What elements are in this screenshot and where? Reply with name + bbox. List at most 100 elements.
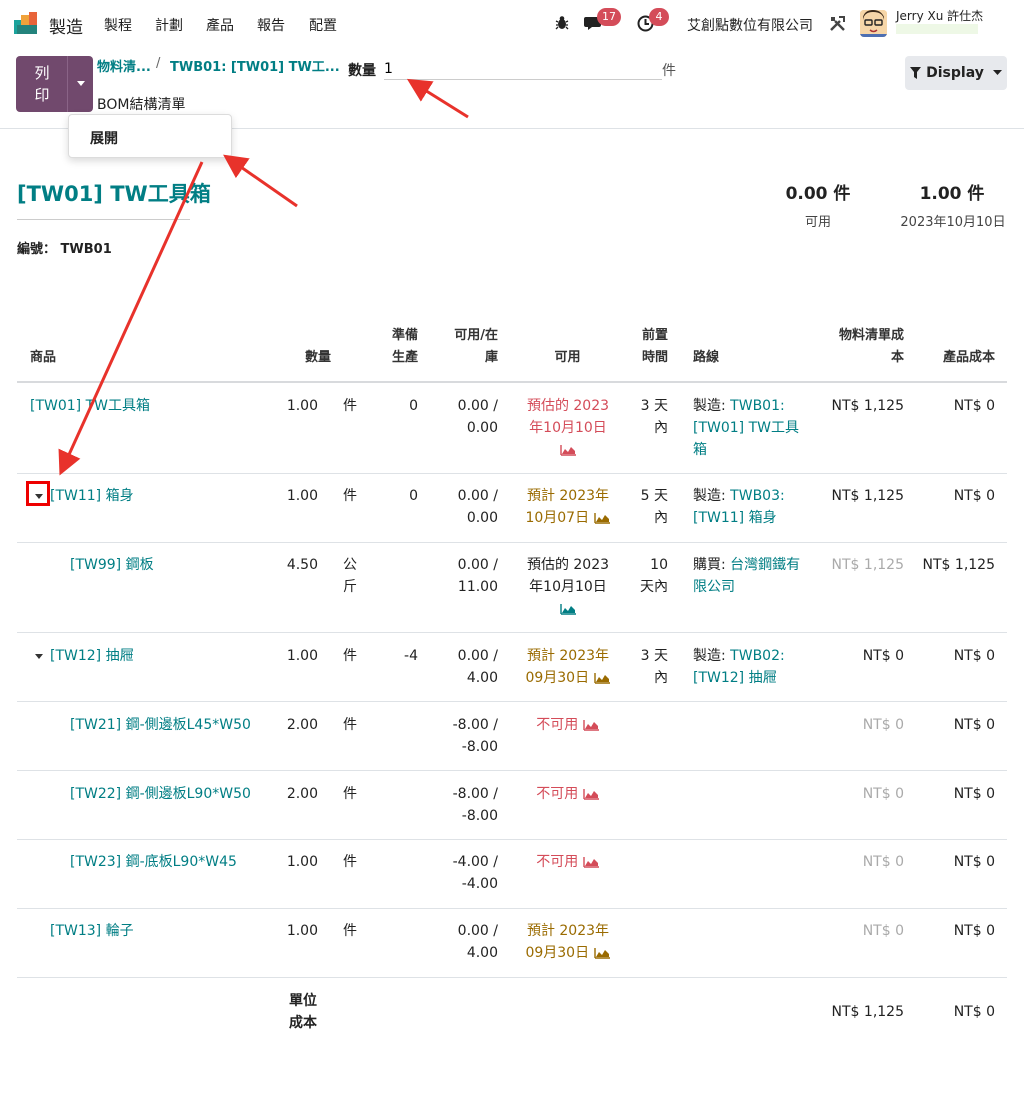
dropdown-item-expand[interactable]: 展開 bbox=[90, 128, 118, 148]
product-link[interactable]: [TW13] 輪子 bbox=[50, 920, 134, 942]
activities-badge: 4 bbox=[649, 8, 669, 26]
route-type: 購買: bbox=[693, 557, 726, 573]
availability-text: 不可用 bbox=[536, 717, 579, 733]
breadcrumb-bom[interactable]: 物料清... bbox=[97, 56, 151, 75]
bug-icon[interactable] bbox=[555, 15, 569, 31]
row-onhand-line1: -4.00 / bbox=[452, 854, 498, 870]
row-route: 製造: TWB03: [TW11] 箱身 bbox=[693, 485, 813, 529]
print-button[interactable]: 列印 bbox=[16, 56, 68, 112]
header-quantity: 數量 bbox=[305, 350, 332, 365]
product-link[interactable]: [TW99] 鋼板 bbox=[70, 554, 154, 576]
chart-area-icon[interactable] bbox=[559, 444, 577, 456]
chart-area-icon[interactable] bbox=[593, 672, 611, 684]
availability-text: 預估的 2023 bbox=[526, 398, 610, 414]
report-title[interactable]: [TW01] TW工具箱 bbox=[17, 178, 211, 208]
row-product-cost: NT$ 0 bbox=[953, 488, 995, 504]
row-bom-cost: NT$ 1,125 bbox=[831, 488, 904, 504]
product-link[interactable]: [TW01] TW工具箱 bbox=[30, 395, 150, 417]
row-lead-line1: 5 天 bbox=[640, 488, 668, 504]
tools-icon[interactable] bbox=[829, 15, 846, 32]
chart-area-icon[interactable] bbox=[559, 603, 577, 615]
product-link[interactable]: [TW22] 鋼-側邊板L90*W50 bbox=[70, 783, 251, 805]
footer-unit-cost-label: 單位 成本 bbox=[289, 990, 317, 1034]
display-button-label: Display bbox=[926, 65, 984, 81]
row-route: 製造: TWB02: [TW12] 抽屜 bbox=[693, 645, 813, 689]
row-availability-line2: 09月30日 bbox=[510, 942, 626, 964]
row-onhand: 0.00 / 11.00 bbox=[430, 554, 498, 598]
menu-configuration[interactable]: 配置 bbox=[309, 15, 337, 35]
row-ready: 0 bbox=[409, 488, 418, 504]
row-product-cost: NT$ 0 bbox=[953, 923, 995, 939]
row-onhand-line2: 0.00 bbox=[466, 510, 498, 526]
row-route-line1: 製造: TWB01: bbox=[693, 395, 813, 417]
header-onhand-line2: 庫 bbox=[484, 350, 498, 365]
route-link-line2[interactable]: [TW01] TW工具 bbox=[693, 417, 813, 439]
row-availability: 不可用 bbox=[510, 714, 626, 736]
display-button[interactable]: Display bbox=[905, 56, 1007, 90]
row-onhand-line2: 11.00 bbox=[457, 579, 498, 595]
row-quantity: 2.00 bbox=[286, 786, 318, 802]
top-navbar: 製造 製程 計劃 產品 報告 配置 17 4 艾創點數位有限公司 Jerry X… bbox=[0, 0, 1024, 46]
row-onhand-line2: -8.00 bbox=[461, 808, 498, 824]
availability-date: 年10月10日 bbox=[529, 579, 607, 595]
avatar[interactable] bbox=[860, 10, 887, 37]
company-switcher[interactable]: 艾創點數位有限公司 bbox=[687, 15, 813, 35]
caret-down-icon[interactable] bbox=[35, 654, 43, 659]
route-link-line2[interactable]: [TW11] 箱身 bbox=[693, 507, 813, 529]
chart-area-icon[interactable] bbox=[583, 719, 600, 731]
arrow-to-dropdown bbox=[223, 154, 298, 208]
route-link-line3[interactable]: 箱 bbox=[693, 439, 813, 461]
messages-badge: 17 bbox=[597, 8, 621, 26]
row-bom-cost: NT$ 0 bbox=[862, 923, 904, 939]
print-dropdown-menu: 展開 bbox=[68, 114, 232, 158]
route-link[interactable]: TWB03: bbox=[730, 488, 785, 504]
row-divider bbox=[17, 977, 1007, 978]
availability-text: 預計 2023年 bbox=[526, 923, 610, 939]
user-name[interactable]: Jerry Xu 許仕杰 bbox=[896, 7, 983, 24]
row-availability-line1: 不可用 bbox=[510, 714, 626, 736]
row-bom-cost: NT$ 0 bbox=[862, 717, 904, 733]
app-name[interactable]: 製造 bbox=[49, 13, 83, 38]
route-type: 製造: bbox=[693, 488, 726, 504]
row-product-cost: NT$ 0 bbox=[953, 786, 995, 802]
menu-products[interactable]: 產品 bbox=[206, 15, 234, 35]
row-availability: 不可用 bbox=[510, 783, 626, 805]
route-link[interactable]: 台灣鋼鐵有 bbox=[730, 557, 800, 573]
product-link[interactable]: [TW21] 鋼-側邊板L45*W50 bbox=[70, 714, 251, 736]
chart-area-icon[interactable] bbox=[593, 512, 611, 524]
quantity-input[interactable] bbox=[384, 58, 662, 80]
print-dropdown-toggle[interactable] bbox=[67, 56, 93, 112]
row-onhand: 0.00 / 0.00 bbox=[430, 485, 498, 529]
route-link[interactable]: TWB01: bbox=[730, 398, 785, 414]
chart-area-icon[interactable] bbox=[583, 788, 600, 800]
chart-area-icon[interactable] bbox=[593, 947, 611, 959]
header-lead-time: 前置 時間 bbox=[630, 325, 668, 369]
row-lead-line1: 3 天 bbox=[640, 648, 668, 664]
row-bom-cost: NT$ 0 bbox=[862, 854, 904, 870]
route-link-line2[interactable]: [TW12] 抽屜 bbox=[693, 667, 813, 689]
row-quantity: 1.00 bbox=[286, 648, 318, 664]
row-bom-cost: NT$ 1,125 bbox=[831, 398, 904, 414]
row-product-cost: NT$ 1,125 bbox=[922, 557, 995, 573]
row-quantity: 1.00 bbox=[286, 854, 318, 870]
header-ready: 準備 生產 bbox=[385, 325, 425, 369]
product-link[interactable]: [TW23] 鋼-底板L90*W45 bbox=[70, 851, 237, 873]
breadcrumb-bom-record[interactable]: TWB01: [TW01] TW工... bbox=[170, 56, 340, 75]
route-link-line2[interactable]: 限公司 bbox=[693, 576, 813, 598]
row-uom: 件 bbox=[343, 786, 357, 802]
report-title-underline bbox=[17, 219, 190, 220]
menu-reporting[interactable]: 報告 bbox=[257, 15, 285, 35]
product-link[interactable]: [TW11] 箱身 bbox=[50, 485, 134, 507]
route-link[interactable]: TWB02: bbox=[730, 648, 785, 664]
menu-operations[interactable]: 製程 bbox=[104, 15, 132, 35]
page-title: BOM結構清單 bbox=[97, 97, 186, 113]
row-lead-line2: 內 bbox=[654, 670, 668, 686]
quantity-label: 數量 bbox=[348, 63, 376, 79]
reference-label: 編號： bbox=[17, 242, 57, 257]
app-logo-icon[interactable] bbox=[14, 12, 40, 34]
chart-area-icon[interactable] bbox=[583, 856, 600, 868]
availability-date: 10月07日 bbox=[525, 510, 590, 526]
product-link[interactable]: [TW12] 抽屜 bbox=[50, 645, 134, 667]
availability-date: 09月30日 bbox=[525, 670, 590, 686]
menu-planning[interactable]: 計劃 bbox=[155, 15, 183, 35]
